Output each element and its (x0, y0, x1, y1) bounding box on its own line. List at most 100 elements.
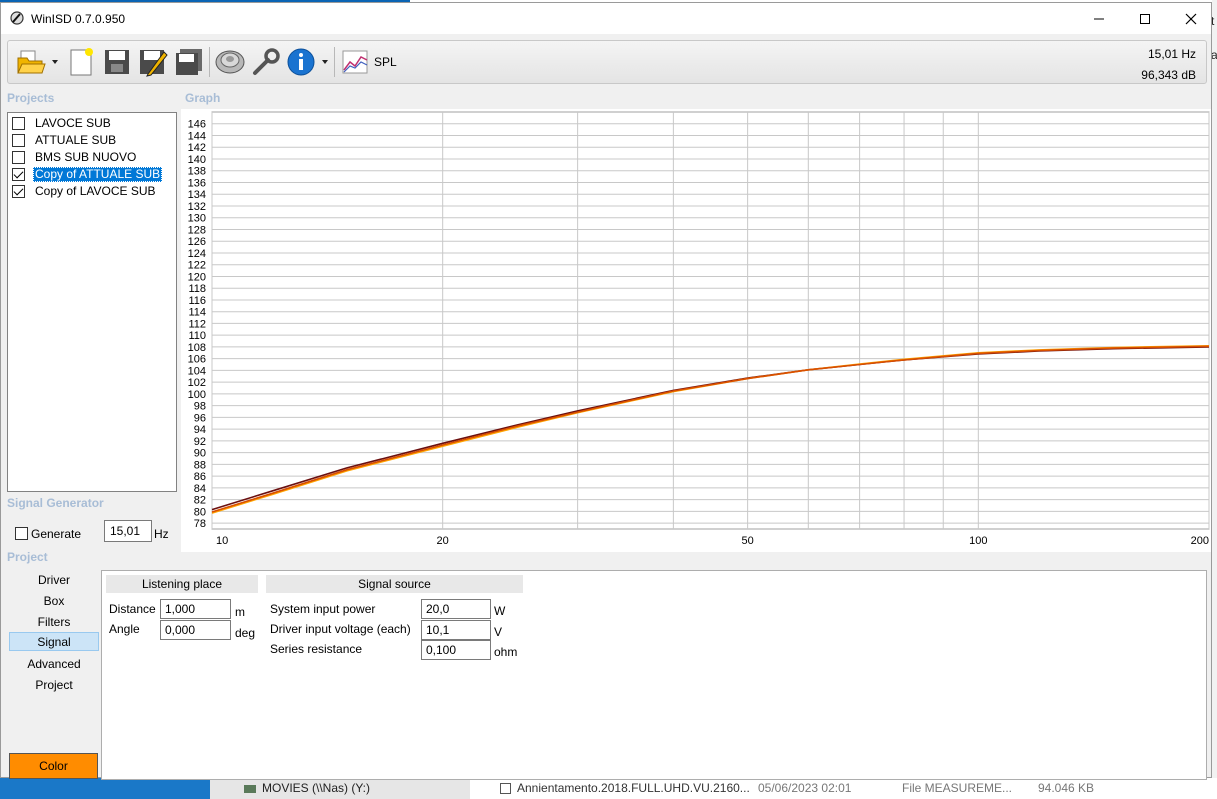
y-tick-label: 134 (188, 189, 206, 201)
save-all-icon (176, 49, 202, 75)
y-tick-label: 108 (188, 342, 206, 354)
x-tick-label: 50 (742, 535, 754, 547)
tab-signal[interactable]: Signal (9, 632, 99, 651)
project-item-copy-of-attuale-sub[interactable]: Copy of ATTUALE SUB (10, 166, 175, 182)
y-tick-label: 140 (188, 154, 206, 166)
project-label: ATTUALE SUB (35, 132, 117, 147)
cursor-frequency-readout: 15,01 Hz (1147, 47, 1196, 61)
open-dropdown-arrow[interactable] (52, 60, 58, 64)
file-name: Annientamento.2018.FULL.UHD.VU.2160... (517, 781, 750, 795)
y-tick-label: 88 (194, 459, 206, 471)
driver-icon (215, 50, 245, 74)
toolbar: SPL 15,01 Hz 96,343 dB (7, 40, 1207, 84)
maximize-button[interactable] (1122, 3, 1168, 34)
spl-chart[interactable]: 7880828486889092949698100102104106108110… (181, 109, 1211, 552)
project-item-attuale-sub[interactable]: ATTUALE SUB (10, 132, 175, 148)
project-item-bms-sub-nuovo[interactable]: BMS SUB NUOVO (10, 149, 175, 165)
generate-label[interactable]: Generate (31, 527, 81, 541)
tools-button[interactable] (249, 45, 283, 79)
background-file-row[interactable]: Annientamento.2018.FULL.UHD.VU.2160... (500, 781, 750, 795)
series-resistance-input[interactable] (421, 640, 491, 660)
project-checkbox[interactable] (12, 133, 25, 147)
y-tick-label: 92 (194, 436, 206, 448)
new-project-icon (70, 48, 93, 76)
color-button[interactable]: Color (9, 753, 98, 779)
toolbar-separator (334, 47, 335, 77)
close-button[interactable] (1168, 3, 1214, 34)
project-checkbox[interactable] (12, 150, 25, 164)
project-checkbox[interactable] (12, 167, 25, 181)
save-button[interactable] (100, 45, 134, 79)
project-item-copy-of-lavoce-sub[interactable]: Copy of LAVOCE SUB (10, 183, 175, 199)
y-tick-label: 112 (188, 318, 206, 330)
tab-box[interactable]: Box (9, 592, 99, 611)
y-tick-label: 118 (188, 283, 206, 295)
y-tick-label: 146 (188, 119, 206, 131)
driver-input-voltage-input[interactable] (421, 620, 491, 640)
save-as-button[interactable] (136, 45, 170, 79)
background-taskbar-area (0, 778, 210, 799)
signal-panel: Listening place Distance m Angle deg Sig… (101, 570, 1207, 780)
background-drive-item[interactable]: MOVIES (\\Nas) (Y:) (244, 781, 370, 795)
y-tick-label: 104 (188, 365, 206, 377)
y-tick-label: 144 (188, 130, 206, 142)
y-tick-label: 122 (188, 260, 206, 272)
voltage-unit: V (494, 625, 503, 639)
generate-checkbox[interactable] (15, 527, 28, 540)
window-title: WinISD 0.7.0.950 (31, 12, 126, 26)
system-input-power-input[interactable] (421, 599, 491, 619)
y-tick-label: 96 (194, 412, 206, 424)
angle-input[interactable] (160, 620, 231, 640)
project-label: Copy of ATTUALE SUB (33, 166, 163, 182)
project-item-lavoce-sub[interactable]: LAVOCE SUB (10, 115, 175, 131)
power-unit: W (494, 604, 506, 618)
y-tick-label: 114 (188, 307, 206, 319)
open-folder-icon (17, 50, 46, 74)
save-all-button[interactable] (172, 45, 206, 79)
y-tick-label: 90 (194, 448, 206, 460)
network-drive-icon (244, 784, 256, 793)
system-input-power-label: System input power (270, 602, 376, 616)
maximize-icon (1140, 13, 1150, 24)
y-tick-label: 136 (188, 177, 206, 189)
spl-graph[interactable]: 78 80 82 84 86 88 90 92 94 96 98 100 102 104 106 108 110… (181, 109, 1211, 552)
resistance-unit: ohm (494, 645, 518, 659)
title-bar[interactable]: WinISD 0.7.0.950 (1, 3, 1211, 34)
y-tick-label: 128 (188, 224, 206, 236)
new-project-button[interactable] (64, 45, 98, 79)
info-dropdown-arrow[interactable] (322, 60, 328, 64)
project-label: BMS SUB NUOVO (35, 149, 137, 164)
tab-project[interactable]: Project (9, 676, 99, 695)
distance-input[interactable] (160, 599, 231, 619)
listening-place-header: Listening place (106, 575, 258, 593)
y-tick-label: 126 (188, 236, 206, 248)
info-button[interactable] (284, 45, 318, 79)
spl-graph-button[interactable] (338, 45, 372, 79)
y-tick-label: 106 (188, 354, 206, 366)
series-resistance-label: Series resistance (270, 642, 363, 656)
project-checkbox[interactable] (12, 116, 25, 130)
driver-input-voltage-label: Driver input voltage (each) (270, 622, 411, 636)
angle-unit: deg (235, 626, 256, 640)
y-tick-label: 142 (188, 142, 206, 154)
file-checkbox[interactable] (500, 783, 511, 795)
open-button[interactable] (14, 45, 48, 79)
tab-filters[interactable]: Filters (9, 613, 99, 632)
generator-frequency-input[interactable] (104, 520, 152, 542)
projects-list: LAVOCE SUB ATTUALE SUB BMS SUB NUOVO Cop… (7, 112, 177, 492)
save-as-icon (140, 50, 168, 77)
toolbar-separator (209, 47, 210, 77)
drive-label: MOVIES (\\Nas) (Y:) (262, 781, 371, 795)
y-tick-label: 98 (194, 401, 206, 413)
spl-graph-label[interactable]: SPL (374, 55, 397, 69)
spl-graph-icon (342, 50, 368, 74)
minimize-button[interactable] (1076, 3, 1122, 34)
file-type: File MEASUREME... (902, 781, 1013, 795)
save-icon (105, 50, 129, 74)
generator-unit: Hz (154, 527, 169, 541)
driver-editor-button[interactable] (213, 45, 247, 79)
tab-advanced[interactable]: Advanced (9, 655, 99, 674)
project-checkbox[interactable] (12, 184, 25, 198)
app-logo-icon (10, 11, 24, 25)
tab-driver[interactable]: Driver (9, 571, 99, 590)
